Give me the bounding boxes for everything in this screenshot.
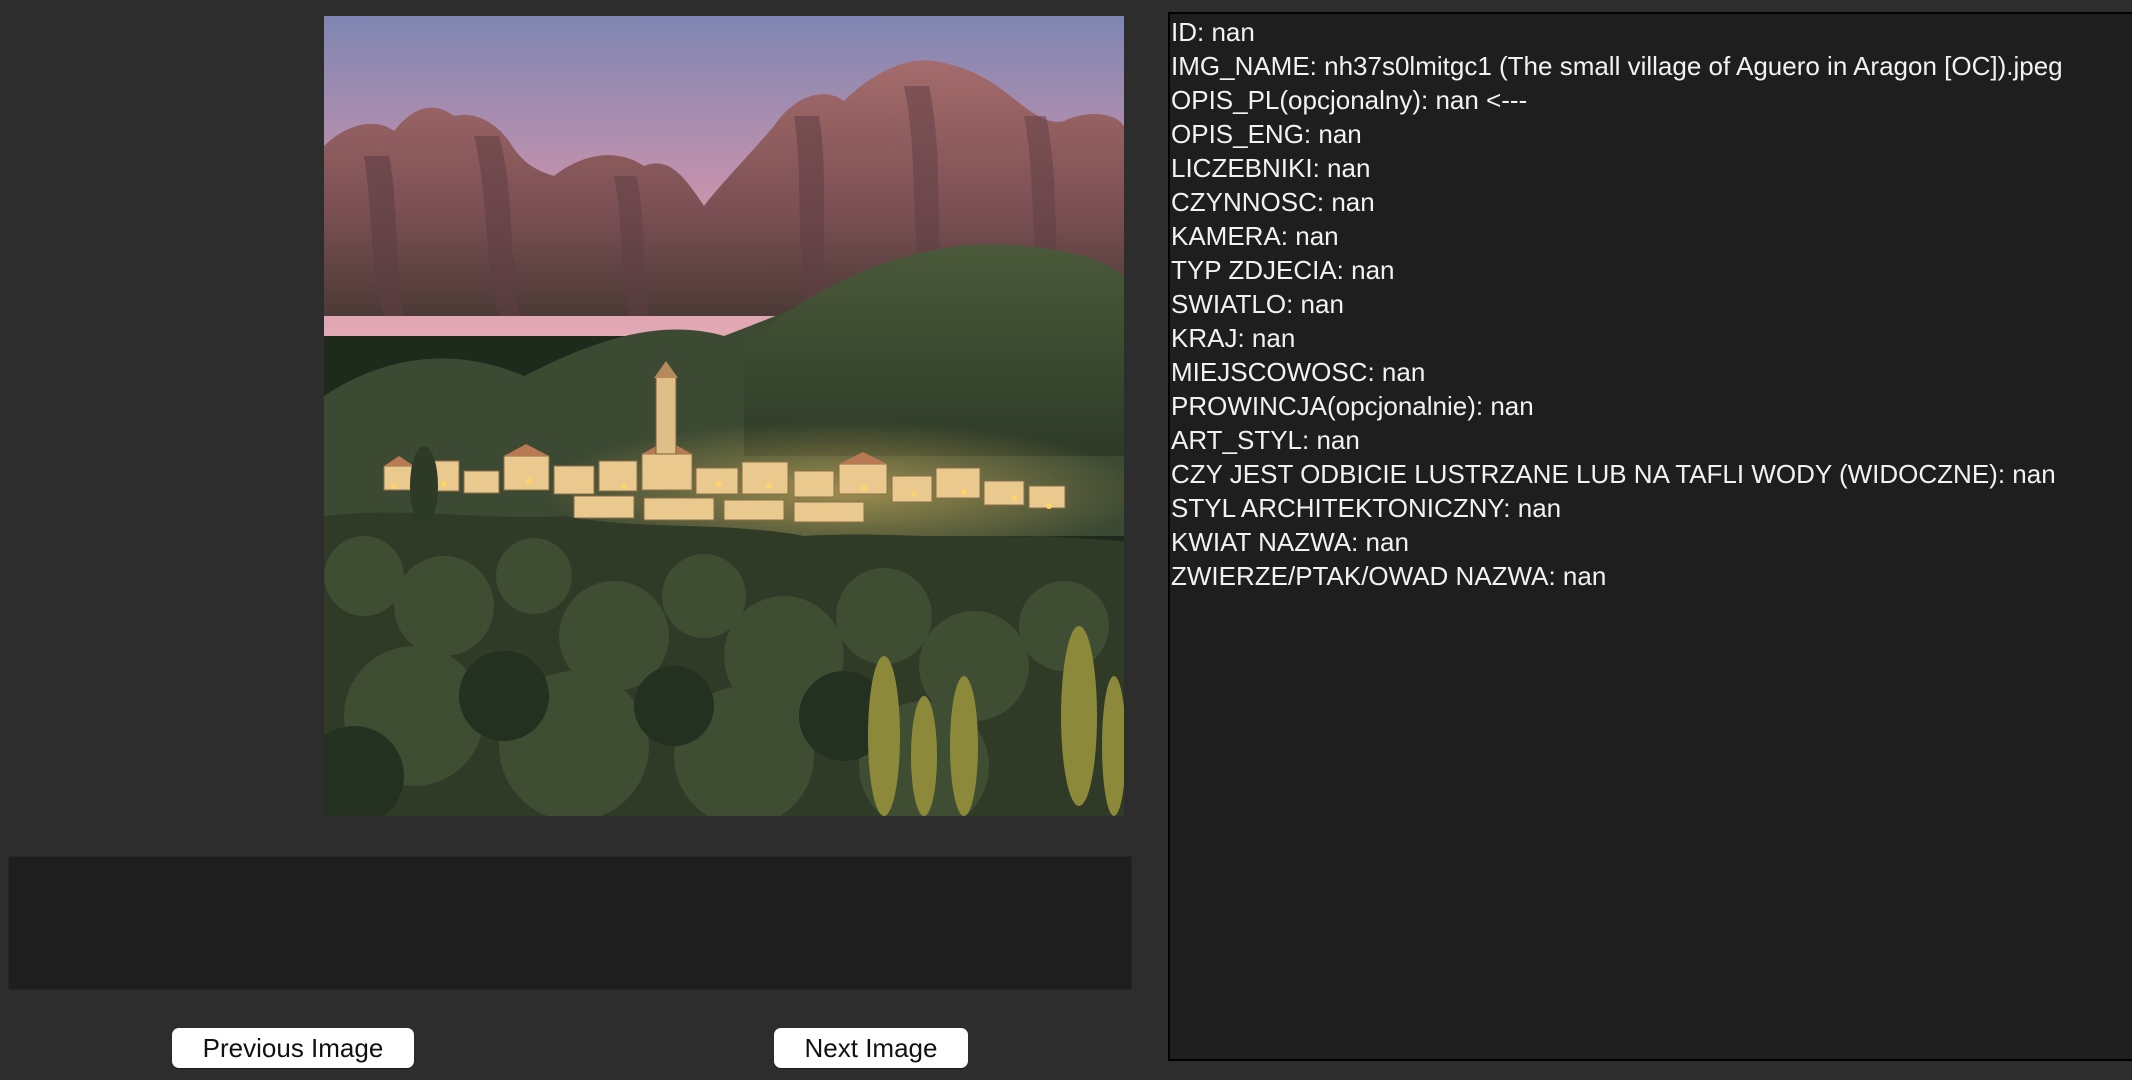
field-zwierze-nazwa: ZWIERZE/PTAK/OWAD NAZWA: nan	[1171, 561, 1607, 591]
field-kamera: KAMERA: nan	[1171, 221, 1339, 251]
field-styl-architektoniczny: STYL ARCHITEKTONICZNY: nan	[1171, 493, 1562, 523]
metadata-panel[interactable]: ID: nan IMG_NAME: nh37s0lmitgc1 (The sma…	[1168, 12, 2132, 1061]
landscape-image	[324, 16, 1124, 816]
field-odbicie: CZY JEST ODBICIE LUSTRZANE LUB NA TAFLI …	[1171, 459, 2056, 489]
field-art-styl: ART_STYL: nan	[1171, 425, 1360, 455]
field-swiatlo: SWIATLO: nan	[1171, 289, 1344, 319]
field-kwiat-nazwa: KWIAT NAZWA: nan	[1171, 527, 1409, 557]
field-czynnosc: CZYNNOSC: nan	[1171, 187, 1375, 217]
field-liczebniki: LICZEBNIKI: nan	[1171, 153, 1371, 183]
next-image-button[interactable]: Next Image	[774, 1028, 968, 1068]
previous-image-button[interactable]: Previous Image	[172, 1028, 414, 1068]
field-prowincja: PROWINCJA(opcjonalnie): nan	[1171, 391, 1534, 421]
field-miejscowosc: MIEJSCOWOSC: nan	[1171, 357, 1426, 387]
photo-preview	[324, 16, 1124, 816]
metadata-list: ID: nan IMG_NAME: nh37s0lmitgc1 (The sma…	[1170, 14, 2132, 593]
annotation-tool-window: Previous Image Next Image ID: nan IMG_NA…	[0, 0, 2132, 1080]
field-typ-zdjecia: TYP ZDJECIA: nan	[1171, 255, 1395, 285]
field-kraj: KRAJ: nan	[1171, 323, 1296, 353]
field-id: ID: nan	[1171, 17, 1255, 47]
field-opis-pl: OPIS_PL(opcjonalny): nan <---	[1171, 85, 1528, 115]
description-textbox[interactable]	[8, 856, 1132, 990]
field-img-name: IMG_NAME: nh37s0lmitgc1 (The small villa…	[1171, 51, 2063, 81]
field-opis-eng: OPIS_ENG: nan	[1171, 119, 1362, 149]
